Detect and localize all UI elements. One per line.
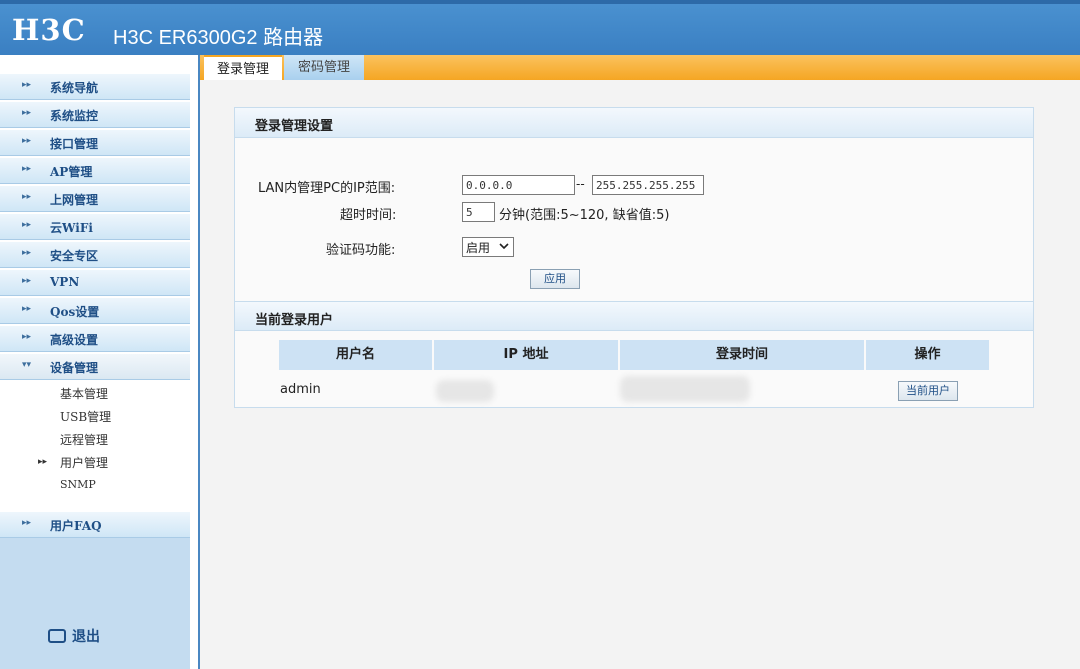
sidebar-item-system-monitor[interactable]: ▸▸ 系统监控 <box>0 102 190 128</box>
chevron-right-icon: ▸▸ <box>22 80 32 90</box>
sidebar-item-qos[interactable]: ▸▸ Qos设置 <box>0 298 190 324</box>
chevron-right-icon: ▸▸ <box>22 304 32 314</box>
logout-label: 退出 <box>72 629 100 645</box>
ip-start-input[interactable] <box>462 175 575 195</box>
ip-end-input[interactable] <box>592 175 704 195</box>
sidebar-item-interface[interactable]: ▸▸ 接口管理 <box>0 130 190 156</box>
chevron-right-icon: ▸▸ <box>22 248 32 258</box>
sidebar-item-label: 系统导航 <box>50 81 99 95</box>
section-title: 登录管理设置 <box>255 119 334 134</box>
sidebar-subitem-usb[interactable]: USB管理 <box>60 408 111 425</box>
ip-range-separator: -- <box>576 177 585 191</box>
sidebar-item-label: AP管理 <box>50 165 93 179</box>
chevron-right-icon: ▸▸ <box>22 164 32 174</box>
chevron-right-icon: ▸▸ <box>22 192 32 202</box>
sidebar-item-label: 用户FAQ <box>50 519 102 533</box>
sidebar-item-cloud-wifi[interactable]: ▸▸ 云WiFi <box>0 214 190 240</box>
captcha-selected-value: 启用 <box>466 241 491 255</box>
captcha-label: 验证码功能: <box>326 243 396 258</box>
sidebar-item-vpn[interactable]: ▸▸ VPN <box>0 270 190 296</box>
sidebar-item-label: VPN <box>50 275 80 289</box>
sidebar-item-label: 安全专区 <box>50 249 99 263</box>
chevron-right-icon: ▸▸ <box>22 136 32 146</box>
chevron-right-icon: ▸▸ <box>22 108 32 118</box>
sidebar-subitem-snmp[interactable]: SNMP <box>60 478 96 491</box>
sidebar-item-label: Qos设置 <box>50 305 100 319</box>
sidebar-item-label: 云WiFi <box>50 221 93 235</box>
logout-button[interactable]: 退出 <box>48 626 100 646</box>
section-title: 当前登录用户 <box>255 313 334 328</box>
page-title: H3C ER6300G2 路由器 <box>113 27 324 49</box>
redacted-login-time <box>620 376 750 402</box>
sidebar-item-label: 设备管理 <box>50 361 99 375</box>
section-header-login-settings: 登录管理设置 <box>235 108 1033 138</box>
sidebar-item-internet[interactable]: ▸▸ 上网管理 <box>0 186 190 212</box>
apply-button[interactable]: 应用 <box>530 269 580 289</box>
chevron-right-icon: ▸▸ <box>22 332 32 342</box>
sidebar-subitem-basic[interactable]: 基本管理 <box>60 385 108 402</box>
timeout-hint: 分钟(范围:5~120, 缺省值:5) <box>499 208 670 223</box>
chevron-right-icon: ▸▸ <box>22 518 32 528</box>
sidebar-item-advanced[interactable]: ▸▸ 高级设置 <box>0 326 190 352</box>
sidebar-item-ap[interactable]: ▸▸ AP管理 <box>0 158 190 184</box>
chevron-down-icon <box>499 243 509 250</box>
timeout-input[interactable] <box>462 202 495 222</box>
tab-login-mgmt[interactable]: 登录管理 <box>204 55 282 80</box>
header-bar: H3C H3C ER6300G2 路由器 <box>0 0 1080 55</box>
sidebar-item-label: 上网管理 <box>50 193 99 207</box>
column-header-username: 用户名 <box>279 340 432 370</box>
chevron-right-icon: ▸▸ <box>38 457 48 467</box>
brand-logo: H3C <box>12 13 86 47</box>
captcha-select[interactable]: 启用 <box>462 237 514 257</box>
column-header-action: 操作 <box>866 340 989 370</box>
sidebar-item-label: 接口管理 <box>50 137 99 151</box>
timeout-label: 超时时间: <box>340 208 397 223</box>
current-user-button[interactable]: 当前用户 <box>898 381 958 401</box>
chevron-down-icon: ▾▾ <box>22 360 32 370</box>
redacted-ip <box>436 380 494 402</box>
sidebar-subitem-user[interactable]: 用户管理 <box>60 454 108 471</box>
sidebar-item-system-nav[interactable]: ▸▸ 系统导航 <box>0 74 190 100</box>
sidebar-subitem-remote[interactable]: 远程管理 <box>60 431 108 448</box>
sidebar-footer <box>0 538 190 669</box>
section-header-current-users: 当前登录用户 <box>235 301 1033 331</box>
column-header-ip: IP 地址 <box>434 340 618 370</box>
user-row-username: admin <box>280 382 321 397</box>
chevron-right-icon: ▸▸ <box>22 220 32 230</box>
chevron-right-icon: ▸▸ <box>22 276 32 286</box>
sidebar-item-label: 高级设置 <box>50 333 99 347</box>
logout-icon <box>48 629 66 643</box>
lan-range-label: LAN内管理PC的IP范围: <box>258 181 396 196</box>
sidebar-item-security[interactable]: ▸▸ 安全专区 <box>0 242 190 268</box>
sidebar-item-label: 系统监控 <box>50 109 99 123</box>
sidebar-item-faq[interactable]: ▸▸ 用户FAQ <box>0 512 190 538</box>
sidebar-item-device-mgmt[interactable]: ▾▾ 设备管理 <box>0 354 190 380</box>
tab-password-mgmt[interactable]: 密码管理 <box>284 55 364 80</box>
tab-bar: 登录管理 密码管理 <box>200 55 1080 80</box>
column-header-login-time: 登录时间 <box>620 340 864 370</box>
